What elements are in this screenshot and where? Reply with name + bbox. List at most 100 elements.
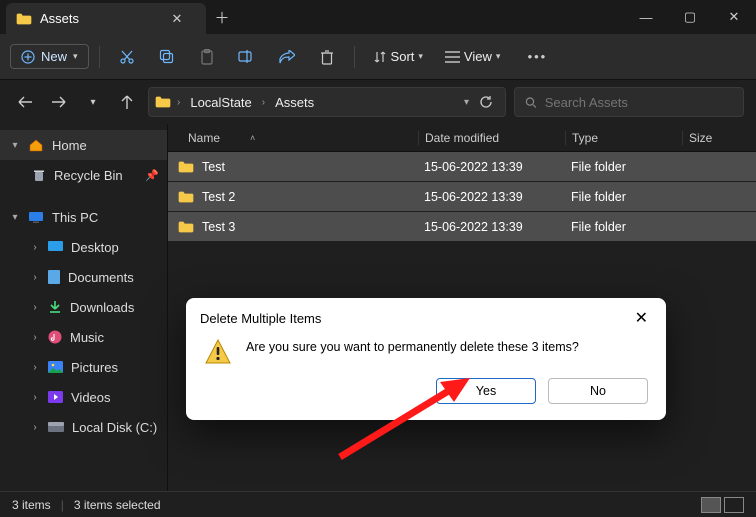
chevron-right-icon[interactable]: › xyxy=(177,97,180,108)
new-button[interactable]: New ▾ xyxy=(10,44,89,69)
pin-icon: 📌 xyxy=(145,169,159,182)
sidebar-item-home[interactable]: ▾Home xyxy=(0,130,167,160)
copy-button[interactable] xyxy=(150,42,184,72)
arrow-left-icon xyxy=(17,95,33,109)
download-icon xyxy=(48,300,62,314)
status-bar: 3 items | 3 items selected xyxy=(0,491,756,517)
sidebar-label: Downloads xyxy=(70,300,134,315)
sidebar-item-videos[interactable]: ›Videos xyxy=(0,382,167,412)
share-button[interactable] xyxy=(270,42,304,72)
toolbar-separator xyxy=(99,46,100,68)
cut-button[interactable] xyxy=(110,42,144,72)
paste-button[interactable] xyxy=(190,42,224,72)
warning-icon xyxy=(204,338,232,366)
dialog-message: Are you sure you want to permanently del… xyxy=(246,340,579,354)
folder-icon xyxy=(178,191,194,203)
sidebar-item-pictures[interactable]: ›Pictures xyxy=(0,352,167,382)
no-button[interactable]: No xyxy=(548,378,648,404)
file-name: Test xyxy=(202,160,225,174)
plus-circle-icon xyxy=(21,50,35,64)
address-bar[interactable]: › LocalState › Assets ▾ xyxy=(148,87,506,117)
file-name: Test 3 xyxy=(202,220,235,234)
folder-icon xyxy=(178,161,194,173)
chevron-right-icon: › xyxy=(30,272,40,283)
chevron-down-icon[interactable]: ▾ xyxy=(464,97,469,108)
table-row[interactable]: Test 215-06-2022 13:39File folder xyxy=(168,182,756,212)
clipboard-icon xyxy=(200,49,214,65)
folder-icon xyxy=(178,221,194,233)
trash-icon xyxy=(32,168,46,182)
file-date: 15-06-2022 13:39 xyxy=(418,160,565,174)
thumbnails-view-button[interactable] xyxy=(724,497,744,513)
address-bar-end: ▾ xyxy=(464,95,499,109)
sidebar-item-desktop[interactable]: ›Desktop xyxy=(0,232,167,262)
column-size[interactable]: Size xyxy=(682,131,756,145)
column-name[interactable]: Name˄ xyxy=(168,131,418,145)
explorer-window: Assets ✕ ＋ — ▢ ✕ New ▾ Sort ▾ V xyxy=(0,0,756,517)
sidebar-item-music[interactable]: ›Music xyxy=(0,322,167,352)
search-box[interactable] xyxy=(514,87,744,117)
details-view-button[interactable] xyxy=(701,497,721,513)
chevron-right-icon: › xyxy=(30,422,40,433)
yes-button[interactable]: Yes xyxy=(436,378,536,404)
tab-assets[interactable]: Assets ✕ xyxy=(6,3,206,34)
column-name-label: Name xyxy=(188,131,220,145)
new-tab-button[interactable]: ＋ xyxy=(206,0,238,34)
table-row[interactable]: Test 3 15-06-2022 13:39File folder xyxy=(168,212,756,242)
dialog-close-button[interactable]: ✕ xyxy=(631,304,652,332)
sidebar-label: Desktop xyxy=(71,240,119,255)
table-row[interactable]: Test15-06-2022 13:39File folder xyxy=(168,152,756,182)
new-button-label: New xyxy=(41,49,67,64)
up-button[interactable] xyxy=(114,89,140,115)
refresh-icon[interactable] xyxy=(479,95,493,109)
dialog-title: Delete Multiple Items xyxy=(200,311,321,326)
file-date: 15-06-2022 13:39 xyxy=(418,220,565,234)
forward-button[interactable] xyxy=(46,89,72,115)
search-input[interactable] xyxy=(545,95,733,110)
home-icon xyxy=(28,138,44,152)
column-date[interactable]: Date modified xyxy=(418,131,565,145)
search-icon xyxy=(525,96,537,109)
tab-close-button[interactable]: ✕ xyxy=(168,11,186,27)
sidebar-item-thispc[interactable]: ▾This PC xyxy=(0,202,167,232)
rename-button[interactable] xyxy=(230,42,264,72)
sidebar-item-recycle[interactable]: Recycle Bin 📌 xyxy=(0,160,167,190)
toolbar: New ▾ Sort ▾ View ▾ ••• xyxy=(0,34,756,80)
sidebar-item-documents[interactable]: › Documents xyxy=(0,262,167,292)
desktop-icon xyxy=(48,241,63,253)
sort-icon xyxy=(373,50,387,64)
sidebar-item-downloads[interactable]: ›Downloads xyxy=(0,292,167,322)
file-type: File folder xyxy=(565,190,682,204)
chevron-down-icon: ▾ xyxy=(496,51,501,62)
delete-button[interactable] xyxy=(310,42,344,72)
chevron-right-icon[interactable]: › xyxy=(262,97,265,108)
window-controls: — ▢ ✕ xyxy=(624,0,756,34)
sidebar-item-localdisk[interactable]: › Local Disk (C:) xyxy=(0,412,167,442)
recent-button[interactable]: ▾ xyxy=(80,89,106,115)
file-type: File folder xyxy=(565,220,682,234)
view-icon xyxy=(445,51,460,63)
tab-title: Assets xyxy=(40,11,79,26)
arrow-right-icon xyxy=(51,95,67,109)
sidebar-label: Local Disk (C:) xyxy=(72,420,157,435)
folder-icon xyxy=(16,13,32,25)
document-icon xyxy=(48,270,60,284)
close-window-button[interactable]: ✕ xyxy=(712,0,756,34)
more-button[interactable]: ••• xyxy=(520,42,554,72)
drive-icon xyxy=(48,422,64,433)
file-list: Test15-06-2022 13:39File folderTest 215-… xyxy=(168,152,756,242)
column-type[interactable]: Type xyxy=(565,131,682,145)
video-icon xyxy=(48,391,63,403)
breadcrumb-localstate[interactable]: LocalState xyxy=(186,93,255,112)
breadcrumb-assets[interactable]: Assets xyxy=(271,93,318,112)
minimize-button[interactable]: — xyxy=(624,0,668,34)
back-button[interactable] xyxy=(12,89,38,115)
chevron-down-icon: ▾ xyxy=(10,212,20,223)
sidebar-label: Documents xyxy=(68,270,134,285)
view-button[interactable]: View ▾ xyxy=(437,49,508,64)
maximize-button[interactable]: ▢ xyxy=(668,0,712,34)
trash-icon xyxy=(320,49,334,65)
delete-dialog: Delete Multiple Items ✕ Are you sure you… xyxy=(186,298,666,420)
sidebar-label: Recycle Bin xyxy=(54,168,123,183)
sort-button[interactable]: Sort ▾ xyxy=(365,49,431,64)
